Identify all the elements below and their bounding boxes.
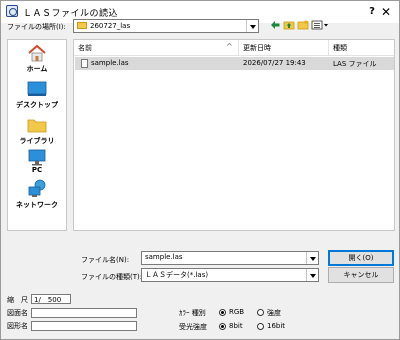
- home-icon: [28, 44, 46, 62]
- network-icon: [28, 179, 46, 197]
- window-title: ＬＡＳファイルの読込: [23, 9, 119, 19]
- app-icon: [6, 5, 18, 17]
- sort-up-icon: ^: [226, 42, 233, 51]
- library-icon: [27, 119, 47, 133]
- filetype-label: ファイルの種類(T):: [81, 273, 143, 281]
- intensity-label: 受光強度: [179, 323, 207, 331]
- desktop-icon: [27, 81, 47, 96]
- open-button[interactable]: 開く(O): [328, 250, 394, 266]
- scale-label: 縮 尺: [7, 296, 28, 304]
- intensity-16bit-radio[interactable]: [257, 323, 264, 330]
- las-open-dialog: ＬＡＳファイルの読込 ? ✕ ファイルの場所(I): 260727_las ホー…: [0, 0, 400, 340]
- column-header-name[interactable]: 名前: [74, 40, 239, 56]
- chevron-down-icon: [306, 252, 318, 264]
- file-modified: 2026/07/27 19:43: [243, 59, 306, 67]
- color-rgb-radio[interactable]: [219, 309, 226, 316]
- filetype-value: ＬＡＳデータ(*.las): [145, 271, 209, 279]
- chevron-down-icon: [246, 20, 258, 32]
- new-folder-icon[interactable]: [297, 19, 309, 31]
- place-desktop-label: デスクトップ: [16, 101, 58, 109]
- pc-icon: [28, 149, 46, 166]
- scale-field[interactable]: 1/ 500: [31, 294, 71, 304]
- location-combo[interactable]: 260727_las: [73, 19, 259, 33]
- places-bar: ホーム デスクトップ ライブラリ PC ネットワーク: [7, 39, 67, 231]
- color-rgb-label: RGB: [229, 308, 245, 316]
- place-library[interactable]: ライブラリ: [8, 114, 66, 148]
- scale-value: 1/ 500: [34, 296, 62, 304]
- place-pc-label: PC: [31, 166, 43, 174]
- drawing-name-input[interactable]: [31, 308, 137, 318]
- intensity-16bit-label: 16bit: [267, 322, 286, 330]
- place-desktop[interactable]: デスクトップ: [8, 78, 66, 112]
- color-type-label: ｶﾗｰ 種別: [179, 309, 206, 317]
- place-network[interactable]: ネットワーク: [8, 178, 66, 212]
- shape-name-input[interactable]: [31, 321, 137, 331]
- view-menu-icon[interactable]: [311, 19, 329, 31]
- intensity-8bit-label: 8bit: [229, 322, 243, 330]
- filename-label: ファイル名(N):: [81, 256, 130, 264]
- intensity-8bit-radio[interactable]: [219, 323, 226, 330]
- place-home-label: ホーム: [26, 65, 48, 73]
- filename-value: sample.las: [145, 253, 183, 261]
- filename-input[interactable]: sample.las: [141, 251, 319, 265]
- close-button[interactable]: ✕: [371, 3, 400, 21]
- file-row[interactable]: sample.las 2026/07/27 19:43 LAS ファイル: [75, 57, 394, 70]
- up-folder-icon[interactable]: [283, 19, 295, 31]
- cancel-button[interactable]: キャンセル: [328, 267, 394, 283]
- place-home[interactable]: ホーム: [8, 42, 66, 76]
- file-list: 名前 ^ 更新日時 種類 sample.las 2026/07/27 19:43…: [73, 39, 395, 231]
- column-header-type[interactable]: 種類: [329, 40, 394, 56]
- drawing-name-label: 図面名: [7, 309, 28, 317]
- column-header-modified[interactable]: 更新日時: [239, 40, 329, 56]
- color-intensity-radio[interactable]: [257, 309, 264, 316]
- location-value: 260727_las: [90, 22, 131, 30]
- back-arrow-icon[interactable]: [269, 19, 281, 31]
- filetype-select[interactable]: ＬＡＳデータ(*.las): [141, 268, 319, 282]
- folder-icon: [77, 22, 87, 29]
- color-intensity-label: 強度: [267, 309, 281, 317]
- file-list-header: 名前 ^ 更新日時 種類: [74, 40, 394, 56]
- shape-name-label: 図形名: [7, 322, 28, 330]
- place-library-label: ライブラリ: [19, 137, 55, 145]
- place-pc[interactable]: PC: [8, 146, 66, 180]
- location-label: ファイルの場所(I):: [7, 23, 66, 31]
- file-type: LAS ファイル: [333, 60, 377, 68]
- chevron-down-icon: [306, 269, 318, 281]
- file-name: sample.las: [91, 59, 129, 67]
- place-network-label: ネットワーク: [16, 201, 58, 209]
- file-icon: [81, 59, 88, 68]
